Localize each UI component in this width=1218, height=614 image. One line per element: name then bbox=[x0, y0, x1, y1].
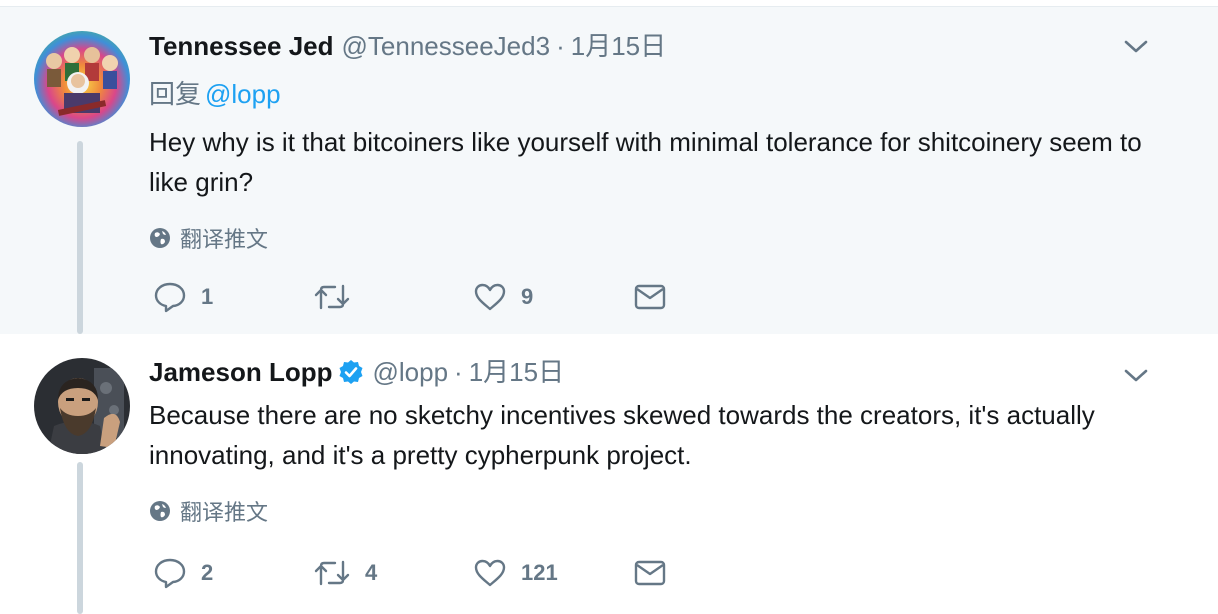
thread-line bbox=[77, 141, 83, 334]
separator: · bbox=[556, 31, 565, 61]
direct-message-button[interactable] bbox=[633, 279, 667, 315]
globe-icon bbox=[150, 228, 170, 248]
tweet-header: Jameson Lopp @lopp · 1月15日 bbox=[149, 355, 1158, 389]
author-name[interactable]: Jameson Lopp bbox=[149, 355, 332, 389]
avatar-image bbox=[34, 358, 130, 454]
reply-mention-link[interactable]: @lopp bbox=[205, 79, 281, 109]
thread-line bbox=[77, 462, 83, 614]
tweet-text: Hey why is it that bitcoiners like yours… bbox=[149, 127, 1142, 197]
reply-button[interactable]: 1 bbox=[153, 279, 213, 315]
author-handle[interactable]: @TennesseeJed3 bbox=[342, 29, 551, 63]
reply-prefix: 回复 bbox=[149, 79, 202, 109]
tweet-date[interactable]: 1月15日 bbox=[469, 355, 564, 389]
tweet-content: Tennessee Jed @TennesseeJed3 · 1月15日 回复 @… bbox=[149, 29, 1158, 254]
reply-icon bbox=[154, 282, 186, 313]
like-icon bbox=[474, 559, 506, 587]
reply-icon bbox=[154, 558, 186, 589]
globe-icon bbox=[150, 501, 170, 521]
message-icon bbox=[634, 560, 666, 586]
direct-message-button[interactable] bbox=[633, 555, 667, 591]
translate-link[interactable]: 翻译推文 bbox=[149, 495, 1158, 527]
message-icon bbox=[634, 284, 666, 310]
avatar[interactable] bbox=[34, 31, 130, 127]
author-name[interactable]: Tennessee Jed bbox=[149, 29, 334, 63]
avatar-image bbox=[34, 31, 130, 127]
like-button[interactable]: 9 bbox=[473, 279, 533, 315]
translate-label: 翻译推文 bbox=[180, 227, 269, 252]
like-button[interactable]: 121 bbox=[473, 555, 558, 591]
retweet-icon bbox=[314, 284, 350, 310]
retweet-count: 4 bbox=[365, 560, 378, 585]
tweet-header: Tennessee Jed @TennesseeJed3 · 1月15日 bbox=[149, 29, 1158, 63]
tweet-content: Jameson Lopp @lopp · 1月15日 Because there… bbox=[149, 355, 1158, 527]
avatar[interactable] bbox=[34, 358, 130, 454]
tweet-2[interactable]: Jameson Lopp @lopp · 1月15日 Because there… bbox=[0, 334, 1218, 614]
verified-icon bbox=[339, 360, 363, 384]
reply-button[interactable]: 2 bbox=[153, 555, 213, 591]
tweet-1[interactable]: Tennessee Jed @TennesseeJed3 · 1月15日 回复 @… bbox=[0, 7, 1218, 334]
author-handle[interactable]: @lopp bbox=[372, 355, 448, 389]
tweet-text: Because there are no sketchy incentives … bbox=[149, 400, 1095, 470]
like-icon bbox=[474, 283, 506, 311]
like-count: 9 bbox=[521, 284, 534, 309]
translate-link[interactable]: 翻译推文 bbox=[149, 222, 1158, 254]
retweet-button[interactable]: 4 bbox=[313, 555, 377, 591]
retweet-button[interactable] bbox=[313, 279, 365, 315]
reply-count: 2 bbox=[201, 560, 214, 585]
separator: · bbox=[454, 357, 463, 387]
chevron-down-icon[interactable] bbox=[1124, 368, 1148, 384]
retweet-icon bbox=[314, 560, 350, 586]
translate-label: 翻译推文 bbox=[180, 500, 269, 525]
tweet-date[interactable]: 1月15日 bbox=[571, 29, 666, 63]
like-count: 121 bbox=[521, 560, 558, 585]
chevron-down-icon[interactable] bbox=[1124, 39, 1148, 55]
reply-count: 1 bbox=[201, 284, 214, 309]
reply-to-line: 回复 @lopp bbox=[149, 77, 1158, 111]
